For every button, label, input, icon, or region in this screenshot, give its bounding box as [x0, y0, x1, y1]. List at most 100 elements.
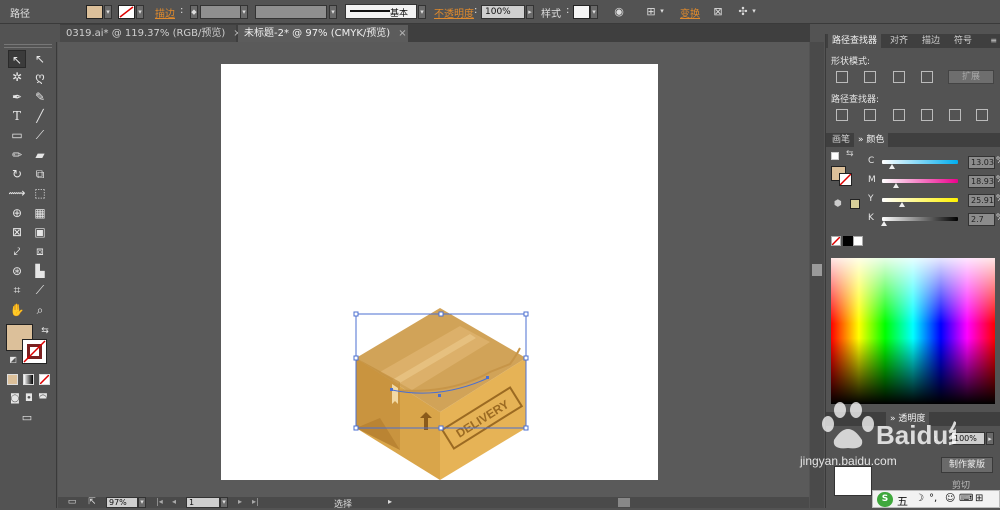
stroke-weight-stepper[interactable]: ◆: [190, 5, 198, 19]
channel-slider[interactable]: [882, 198, 958, 202]
pencil-tool-icon[interactable]: ✏: [8, 146, 26, 164]
hand-tool-icon[interactable]: ✋: [8, 301, 26, 319]
vertical-scrollbar[interactable]: [810, 42, 824, 508]
channel-value-input[interactable]: 2.7: [968, 213, 995, 226]
line-tool-icon[interactable]: ╱: [31, 107, 49, 125]
minus-front-icon[interactable]: [864, 71, 876, 83]
merge-icon[interactable]: [893, 109, 905, 121]
transform-label[interactable]: 变换: [680, 5, 700, 20]
black-swatch[interactable]: [843, 236, 853, 246]
tab-color[interactable]: » 颜色: [854, 133, 889, 147]
paintbrush-tool-icon[interactable]: ⟋: [31, 126, 49, 144]
panel-menu-icon[interactable]: ≡: [990, 36, 997, 45]
ime-mode-label[interactable]: 五: [897, 493, 908, 509]
unite-icon[interactable]: [836, 71, 848, 83]
ime-toolbar[interactable]: S 五 ☽ °, ☺ ⌨ ⊞: [872, 490, 1000, 508]
gradient-mode-icon[interactable]: [23, 374, 34, 385]
rotate-tool-icon[interactable]: ↻: [8, 165, 26, 183]
shape-builder-tool-icon[interactable]: ⊕: [8, 204, 26, 222]
fill-dropdown[interactable]: ▾: [104, 5, 112, 19]
half-width-icon[interactable]: ☽: [915, 493, 924, 504]
channel-slider-handle[interactable]: [881, 221, 888, 226]
close-icon[interactable]: ×: [398, 28, 406, 39]
align-dropdown[interactable]: ▾: [658, 5, 666, 19]
slice-tool-icon[interactable]: ⟋: [31, 281, 49, 299]
draw-inside-icon[interactable]: ◚: [34, 390, 52, 408]
color-mode-icon[interactable]: [7, 374, 18, 385]
arrange-icon[interactable]: ✣: [735, 4, 751, 20]
vertical-scroll-thumb[interactable]: [812, 264, 822, 276]
expand-button[interactable]: 扩展: [948, 70, 994, 84]
graphic-style-swatch[interactable]: [573, 5, 590, 19]
scale-tool-icon[interactable]: ⧉: [31, 165, 49, 183]
style-dropdown[interactable]: ▾: [590, 5, 598, 19]
mesh-tool-icon[interactable]: ⊠: [8, 223, 26, 241]
channel-slider-handle[interactable]: [898, 202, 905, 207]
tab-stroke[interactable]: 描边: [918, 34, 944, 48]
tab-brushes[interactable]: 画笔: [828, 133, 854, 147]
color-stroke-box[interactable]: [839, 173, 852, 186]
eyedropper-tool-icon[interactable]: ⤦: [8, 242, 26, 260]
brush-definition-field[interactable]: 基本: [345, 4, 417, 19]
exclude-icon[interactable]: [921, 71, 933, 83]
variable-width-field[interactable]: [255, 5, 327, 19]
screen-mode-icon[interactable]: ▭: [18, 409, 36, 427]
color-spectrum[interactable]: [831, 258, 995, 404]
channel-value-input[interactable]: 13.03: [968, 156, 995, 169]
opacity-label[interactable]: 不透明度: [434, 5, 474, 20]
opacity-arrow[interactable]: ▸: [526, 5, 534, 19]
align-to-icon[interactable]: ⊞: [643, 4, 659, 20]
zoom-tool-icon[interactable]: ⌕: [31, 301, 49, 319]
tab-document-untitled-2[interactable]: 未标题-2* @ 97% (CMYK/预览) ×: [238, 25, 408, 42]
emoji-icon[interactable]: ☺: [945, 493, 955, 504]
gradient-tool-icon[interactable]: ▣: [31, 223, 49, 241]
tab-align[interactable]: 对齐: [886, 34, 912, 48]
opacity-input[interactable]: 100%: [481, 5, 525, 19]
channel-slider[interactable]: [882, 217, 958, 221]
swap-fill-stroke-icon[interactable]: ⇆: [36, 322, 54, 340]
tab-document-0319[interactable]: 0319.ai* @ 119.37% (RGB/预览)×: [60, 25, 242, 42]
crop-icon[interactable]: [921, 109, 933, 121]
tools-grid-icon[interactable]: ⊞: [975, 493, 983, 504]
symbol-sprayer-tool-icon[interactable]: ⊛: [8, 262, 26, 280]
next-artboard-icon[interactable]: ▸: [238, 497, 242, 506]
divide-icon[interactable]: [836, 109, 848, 121]
tab-transparency[interactable]: » 透明度: [886, 412, 930, 426]
swap-colors-icon[interactable]: ⇆: [846, 149, 854, 159]
stroke-swatch[interactable]: [118, 5, 135, 19]
last-artboard-icon[interactable]: ▸|: [252, 497, 259, 506]
direct-selection-tool-icon[interactable]: ↖: [31, 50, 49, 68]
channel-value-input[interactable]: 18.93: [968, 175, 995, 188]
channel-value-input[interactable]: 25.91: [968, 194, 995, 207]
transparency-opacity-field[interactable]: 100%: [951, 432, 985, 445]
artboard-dropdown[interactable]: ▾: [220, 497, 228, 508]
zoom-field[interactable]: 97%: [106, 497, 138, 508]
lasso-tool-icon[interactable]: ღ: [31, 68, 49, 86]
make-mask-button[interactable]: 制作蒙版: [941, 457, 993, 473]
recolor-artwork-icon[interactable]: ◉: [611, 4, 627, 20]
tab-symbols[interactable]: 符号: [950, 34, 976, 48]
sogou-icon[interactable]: S: [877, 492, 893, 507]
arrange-dropdown[interactable]: ▾: [750, 5, 758, 19]
none-mode-icon[interactable]: [39, 374, 50, 385]
stroke-label[interactable]: 描边: [155, 5, 175, 20]
panel-grip[interactable]: [4, 44, 52, 48]
stroke-weight-dropdown[interactable]: ▾: [240, 5, 248, 19]
trim-icon[interactable]: [864, 109, 876, 121]
magic-wand-tool-icon[interactable]: ✲: [8, 68, 26, 86]
none-color-swatch[interactable]: [831, 236, 841, 246]
pen-tool-icon[interactable]: ✒: [8, 88, 26, 106]
free-transform-tool-icon[interactable]: ⬚: [31, 184, 49, 202]
perspective-grid-tool-icon[interactable]: ▦: [31, 204, 49, 222]
curvature-tool-icon[interactable]: ✎: [31, 88, 49, 106]
channel-slider-handle[interactable]: [893, 183, 900, 188]
minus-back-icon[interactable]: [976, 109, 988, 121]
previous-artboard-icon[interactable]: ◂: [172, 497, 176, 506]
out-of-gamut-icon[interactable]: ⬢: [834, 199, 842, 209]
selection-tool-icon[interactable]: ↖: [8, 50, 26, 68]
default-fill-stroke-icon[interactable]: [831, 152, 839, 160]
in-gamut-swatch[interactable]: [850, 199, 860, 209]
artboard-number-field[interactable]: 1: [186, 497, 220, 508]
blend-tool-icon[interactable]: ⧈: [31, 242, 49, 260]
fill-swatch[interactable]: [86, 5, 103, 19]
